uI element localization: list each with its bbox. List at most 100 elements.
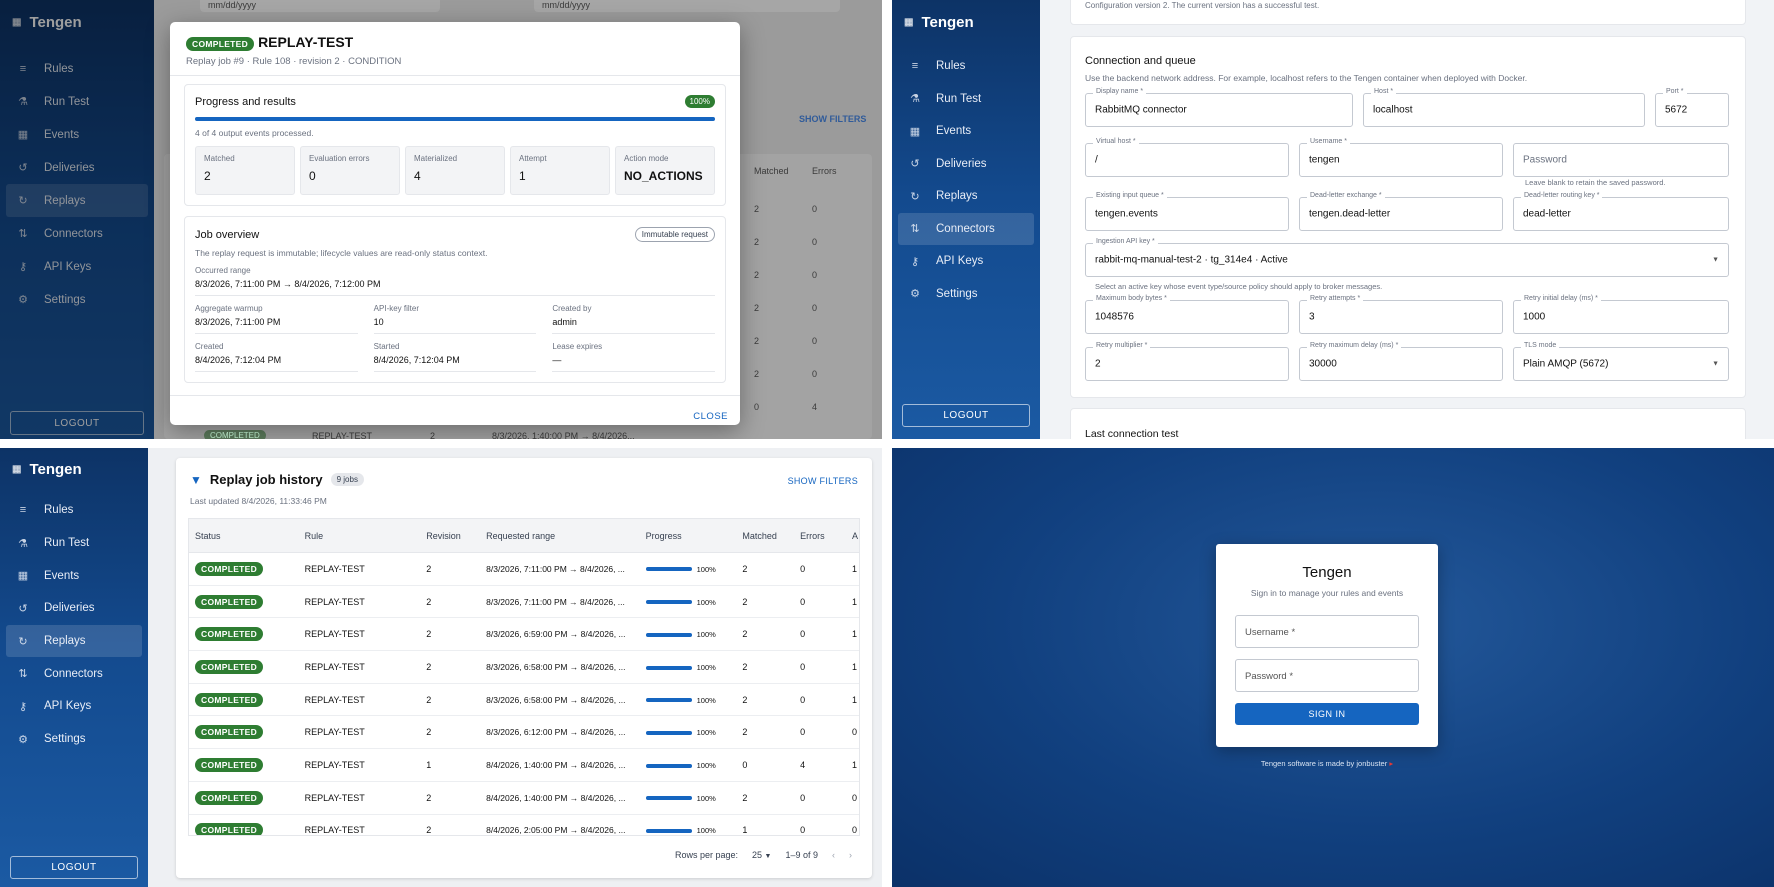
- table-row[interactable]: COMPLETED REPLAY-TEST 1 8/4/2026, 1:40:00 P…: [189, 749, 859, 782]
- range-cell: 8/3/2026, 6:59:00 PM → 8/4/2026, ...: [486, 629, 626, 640]
- errors-cell: 0: [800, 825, 806, 836]
- maxdelay-field[interactable]: Retry maximum delay (ms) * 30000: [1299, 342, 1503, 381]
- stat-action-mode: Action mode NO_ACTIONS: [615, 146, 715, 195]
- show-filters-button[interactable]: SHOW FILTERS: [788, 476, 858, 486]
- sidebar-item-deliveries[interactable]: ↺ Deliveries: [6, 151, 148, 184]
- tls-label: TLS mode: [1521, 342, 1560, 349]
- port-field[interactable]: Port * 5672: [1655, 88, 1729, 127]
- tls-field[interactable]: TLS mode Plain AMQP (5672) ▼: [1513, 342, 1729, 381]
- sidebar-nav: ≡ Rules ⚗ Run Test ▦ Events ↺ Deliveries ↻ Replay…: [0, 494, 148, 756]
- sidebar-item-replays[interactable]: ↻ Replays: [898, 180, 1034, 213]
- apikey-field[interactable]: Ingestion API key * rabbit-mq-manual-test…: [1085, 238, 1729, 277]
- sidebar-item-run-test[interactable]: ⚗ Run Test: [6, 85, 148, 118]
- sidebar-item-rules[interactable]: ≡ Rules: [6, 494, 142, 527]
- sidebar-item-api-keys[interactable]: ⚷ API Keys: [898, 245, 1034, 278]
- brand[interactable]: ▦ Tengen: [0, 0, 154, 44]
- sidebar-item-events[interactable]: ▦ Events: [6, 118, 148, 151]
- maxbody-field[interactable]: Maximum body bytes * 1048576: [1085, 295, 1289, 334]
- history-icon: ↺: [18, 162, 28, 174]
- progress-bar: [195, 117, 715, 121]
- initdelay-value: 1000: [1523, 311, 1546, 323]
- status-badge: COMPLETED: [195, 757, 264, 772]
- sidebar-item-deliveries[interactable]: ↺ Deliveries: [6, 592, 142, 625]
- logout-button[interactable]: LOGOUT: [10, 856, 138, 879]
- dialog-body[interactable]: Progress and results 100% 4 of 4 output e…: [170, 78, 740, 395]
- table-row[interactable]: COMPLETED REPLAY-TEST 2 8/3/2026, 7:11:00 P…: [189, 553, 859, 586]
- overview-title: Job overview: [195, 228, 260, 241]
- table-row[interactable]: COMPLETED REPLAY-TEST 2 8/3/2026, 6:58:00 P…: [189, 651, 859, 684]
- sidebar-item-connectors[interactable]: ⇅ Connectors: [6, 217, 148, 250]
- progress-percent-badge: 100%: [684, 95, 715, 108]
- table-row[interactable]: COMPLETED REPLAY-TEST 2 8/3/2026, 7:11:00 P…: [189, 586, 859, 619]
- column-header[interactable]: Progress: [640, 531, 737, 541]
- bg-row-matched: 2: [754, 303, 760, 313]
- prev-page-icon[interactable]: ‹: [832, 850, 835, 860]
- brand[interactable]: ▦ Tengen: [0, 448, 148, 490]
- sidebar-item-run-test[interactable]: ⚗ Run Test: [898, 83, 1034, 116]
- sidebar-item-rules[interactable]: ≡ Rules: [6, 52, 148, 85]
- dlx-field[interactable]: Dead-letter exchange * tengen.dead-letter: [1299, 192, 1503, 231]
- rows-per-page-select[interactable]: 25 ▼: [752, 850, 771, 860]
- column-header[interactable]: Errors: [794, 531, 846, 541]
- sidebar-item-connectors[interactable]: ⇅ Connectors: [6, 657, 142, 690]
- status-badge: COMPLETED: [195, 659, 264, 674]
- username-input[interactable]: Username *: [1235, 615, 1419, 648]
- sidebar-item-replays[interactable]: ↻ Replays: [6, 184, 148, 217]
- sidebar-item-rules[interactable]: ≡ Rules: [898, 50, 1034, 83]
- rule-cell: REPLAY-TEST: [304, 825, 365, 836]
- retries-field[interactable]: Retry attempts * 3: [1299, 295, 1503, 334]
- table-row[interactable]: COMPLETED REPLAY-TEST 2 8/4/2026, 1:40:00 P…: [189, 782, 859, 815]
- range-cell: 8/3/2026, 6:12:00 PM → 8/4/2026, ...: [486, 727, 626, 738]
- sidebar-item-events[interactable]: ▦ Events: [6, 559, 142, 592]
- multiplier-field[interactable]: Retry multiplier * 2: [1085, 342, 1289, 381]
- replay-job-dialog: COMPLETED REPLAY-TEST Replay job #9 · Rul…: [170, 22, 740, 425]
- chevron-down-icon: ▼: [1712, 360, 1719, 368]
- table-row[interactable]: COMPLETED REPLAY-TEST 2 8/3/2026, 6:59:00 P…: [189, 618, 859, 652]
- sign-in-button[interactable]: SIGN IN: [1235, 703, 1419, 725]
- maxbody-value: 1048576: [1095, 311, 1134, 323]
- matched-cell: 2: [742, 792, 748, 803]
- host-field[interactable]: Host * localhost: [1363, 88, 1645, 127]
- section-description: Use the backend network address. For exa…: [1085, 73, 1528, 83]
- column-header[interactable]: Revision: [420, 531, 480, 541]
- password-field[interactable]: Password: [1513, 143, 1729, 177]
- column-header[interactable]: Requested range: [480, 531, 640, 541]
- sidebar-item-connectors[interactable]: ⇅ Connectors: [898, 212, 1034, 245]
- column-header[interactable]: Matched: [736, 531, 794, 541]
- sidebar-item-replays[interactable]: ↻ Replays: [6, 624, 142, 658]
- column-header[interactable]: Rule: [299, 531, 421, 541]
- sidebar-item-deliveries[interactable]: ↺ Deliveries: [898, 148, 1034, 181]
- dlrk-field[interactable]: Dead-letter routing key * dead-letter: [1513, 192, 1729, 231]
- table-row[interactable]: COMPLETED REPLAY-TEST 2 8/4/2026, 2:05:00 P…: [189, 815, 859, 836]
- logout-button[interactable]: LOGOUT: [902, 404, 1030, 427]
- queue-field[interactable]: Existing input queue * tengen.events: [1085, 192, 1289, 231]
- bg-row-errors: 0: [812, 303, 818, 313]
- brand[interactable]: ▦ Tengen: [892, 0, 1040, 44]
- logout-button[interactable]: LOGOUT: [10, 411, 144, 435]
- column-header[interactable]: A: [846, 531, 859, 541]
- matched-cell: 2: [742, 661, 748, 672]
- column-header[interactable]: Status: [189, 531, 299, 541]
- next-page-icon[interactable]: ›: [849, 850, 852, 860]
- username-field[interactable]: Username * tengen: [1299, 138, 1503, 177]
- matched-cell: 2: [742, 629, 748, 640]
- progress-bar-fill: [645, 665, 692, 670]
- table-row[interactable]: COMPLETED REPLAY-TEST 2 8/3/2026, 6:58:00 P…: [189, 684, 859, 717]
- sidebar-item-api-keys[interactable]: ⚷ API Keys: [6, 250, 148, 283]
- display-name-field[interactable]: Display name * RabbitMQ connector: [1085, 88, 1353, 127]
- rule-cell: REPLAY-TEST: [304, 596, 365, 607]
- initdelay-field[interactable]: Retry initial delay (ms) * 1000: [1513, 295, 1729, 334]
- status-badge: COMPLETED: [195, 790, 264, 805]
- vhost-field[interactable]: Virtual host * /: [1085, 138, 1289, 177]
- password-input[interactable]: Password *: [1235, 659, 1419, 692]
- sidebar-item-run-test[interactable]: ⚗ Run Test: [6, 527, 142, 560]
- sidebar-item-events[interactable]: ▦ Events: [898, 115, 1034, 148]
- table-row[interactable]: COMPLETED REPLAY-TEST 2 8/3/2026, 6:12:00 P…: [189, 716, 859, 750]
- close-button[interactable]: CLOSE: [693, 411, 728, 422]
- sidebar-item-settings[interactable]: ⚙ Settings: [6, 723, 142, 756]
- sidebar-item-api-keys[interactable]: ⚷ API Keys: [6, 690, 142, 723]
- show-filters-button[interactable]: SHOW FILTERS: [799, 114, 866, 124]
- password-placeholder: Password: [1523, 154, 1567, 166]
- sidebar-item-settings[interactable]: ⚙ Settings: [898, 278, 1034, 311]
- sidebar-item-settings[interactable]: ⚙ Settings: [6, 283, 148, 316]
